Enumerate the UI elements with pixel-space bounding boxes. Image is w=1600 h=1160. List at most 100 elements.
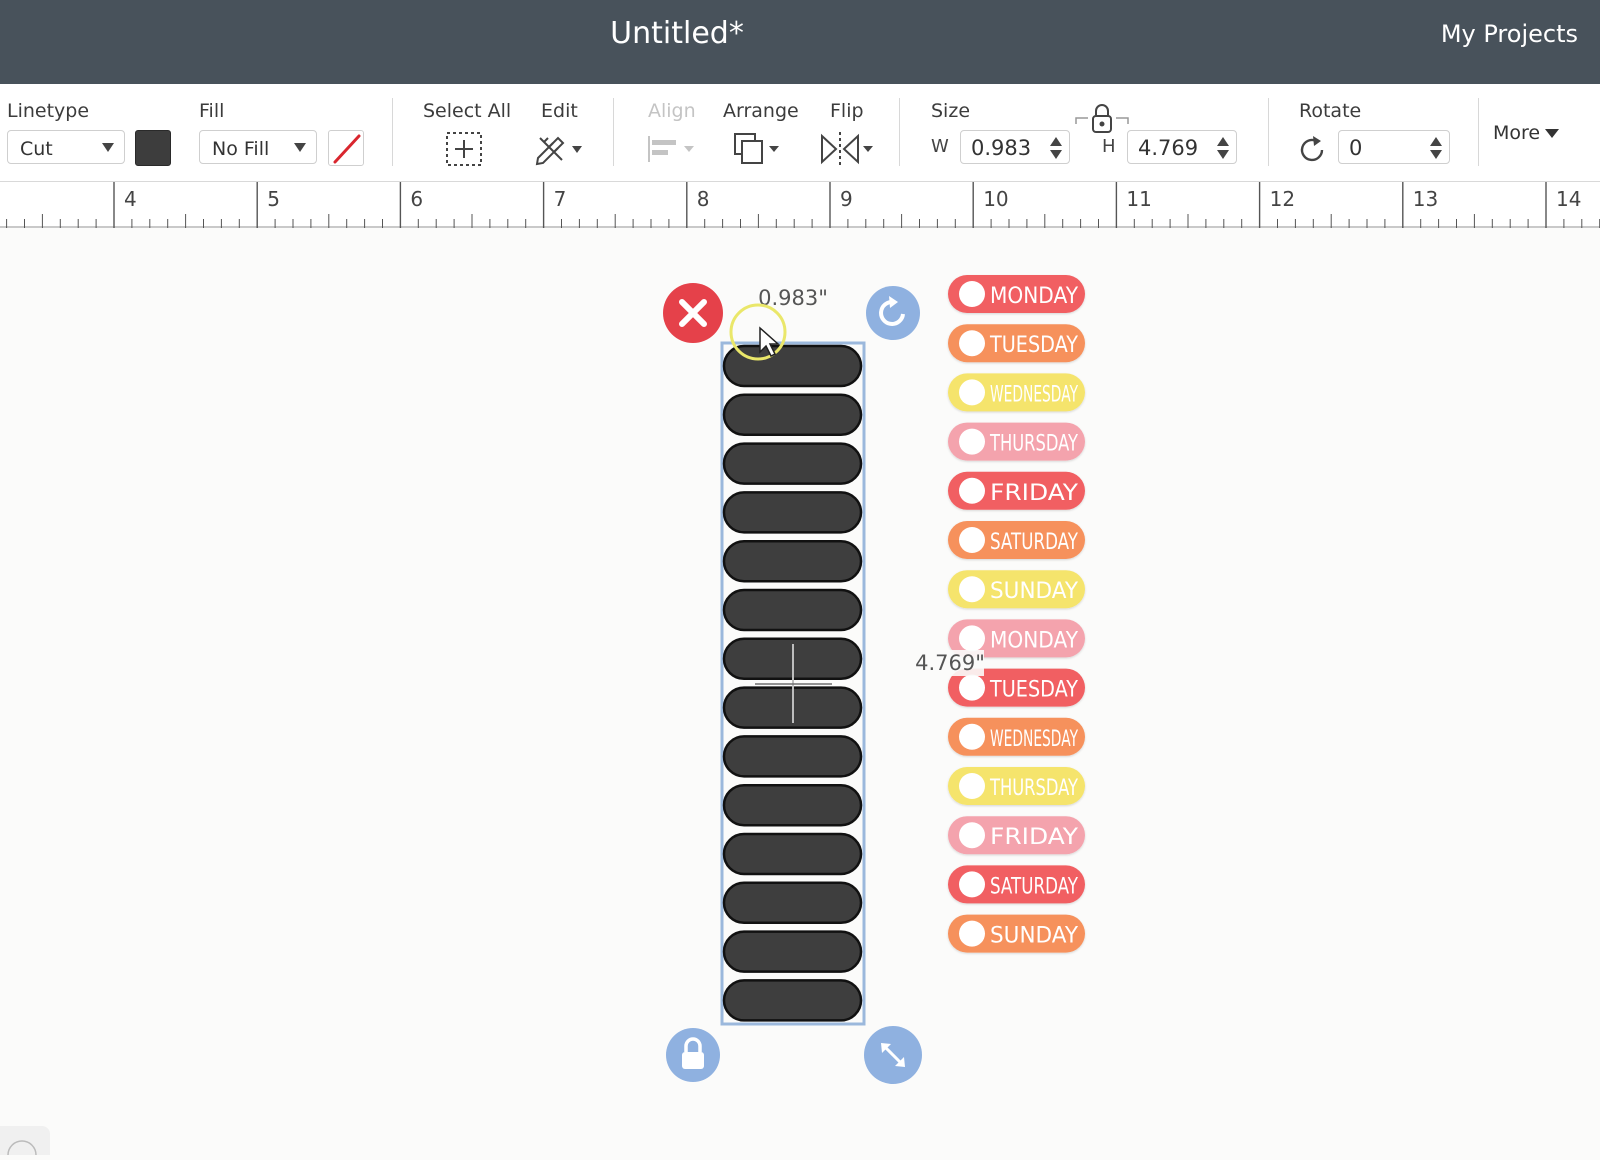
- ruler-mark-label: 4: [124, 187, 137, 211]
- day-label-text: WEDNESDAY: [990, 727, 1078, 752]
- rotate-label: Rotate: [1299, 100, 1362, 122]
- lock-icon: [682, 1052, 704, 1069]
- dark-tab-shape[interactable]: [722, 735, 863, 778]
- circle-dot-icon: [959, 527, 985, 553]
- document-title: Untitled*: [610, 16, 744, 51]
- align-button[interactable]: [646, 126, 698, 170]
- align-label: Align: [648, 100, 696, 122]
- dark-tab-shape[interactable]: [722, 881, 863, 925]
- more-menu-button[interactable]: More: [1493, 122, 1560, 144]
- day-label-sticker[interactable]: TUESDAY: [948, 324, 1085, 363]
- edit-toolbar: Linetype Cut Fill No Fill Select All Edi…: [0, 84, 1600, 182]
- dark-tab-shape[interactable]: [722, 588, 863, 632]
- arrange-label: Arrange: [723, 100, 799, 122]
- height-input[interactable]: 4.769: [1127, 130, 1237, 164]
- dark-tab-shape[interactable]: [722, 491, 863, 534]
- dark-tab-shape[interactable]: [722, 979, 863, 1022]
- toolbar-divider: [613, 98, 614, 166]
- day-label-sticker[interactable]: SUNDAY: [948, 570, 1085, 609]
- circle-dot-icon: [959, 428, 985, 455]
- toolbar-divider: [1268, 98, 1269, 166]
- fill-select[interactable]: No Fill: [199, 130, 317, 164]
- lock-handle[interactable]: [666, 1028, 720, 1082]
- day-label-sticker[interactable]: THURSDAY: [948, 767, 1085, 805]
- select-all-label: Select All: [423, 100, 512, 122]
- zoom-icon: [7, 1140, 37, 1156]
- dark-tab-shape[interactable]: [722, 393, 863, 437]
- day-label-text: MONDAY: [990, 284, 1079, 309]
- select-all-icon: [446, 132, 482, 166]
- day-label-text: SATURDAY: [990, 874, 1078, 899]
- ruler-mark-label: 10: [983, 187, 1008, 211]
- day-label-text: THURSDAY: [989, 776, 1078, 801]
- arrange-icon: [734, 133, 779, 164]
- day-label-sticker[interactable]: SUNDAY: [948, 914, 1085, 953]
- chevron-down-icon: [294, 143, 306, 152]
- rotate-handle[interactable]: [866, 286, 920, 340]
- day-label-sticker[interactable]: SATURDAY: [948, 521, 1085, 559]
- align-icon: [648, 136, 694, 162]
- width-value: 0.983: [971, 136, 1032, 160]
- flip-button[interactable]: [819, 126, 875, 170]
- linetype-value: Cut: [20, 138, 53, 160]
- delete-handle[interactable]: [663, 283, 723, 343]
- ruler-mark-label: 12: [1270, 187, 1295, 211]
- day-label-sticker[interactable]: THURSDAY: [948, 422, 1085, 461]
- scale-handle[interactable]: [864, 1026, 922, 1084]
- ruler-mark-label: 11: [1126, 187, 1151, 211]
- zoom-widget[interactable]: [0, 1126, 50, 1156]
- rotate-icon: [1300, 136, 1324, 162]
- no-fill-icon: [333, 134, 361, 164]
- linetype-label: Linetype: [7, 100, 90, 122]
- rotate-input[interactable]: 0: [1338, 130, 1450, 164]
- my-projects-link[interactable]: My Projects: [1441, 20, 1578, 48]
- dark-tab-shape[interactable]: [722, 442, 863, 485]
- height-readout: 4.769": [915, 651, 985, 675]
- dark-tab-shape[interactable]: [722, 930, 863, 973]
- linetype-select[interactable]: Cut: [7, 130, 125, 164]
- stepper-icon[interactable]: [1216, 135, 1230, 161]
- stepper-icon[interactable]: [1429, 135, 1443, 161]
- lock-aspect-icon[interactable]: [1074, 102, 1130, 138]
- dark-tab-shape[interactable]: [722, 832, 863, 876]
- title-bar: Untitled* My Projects: [0, 0, 1600, 84]
- more-label: More: [1493, 122, 1541, 144]
- day-labels-group[interactable]: MONDAY TUESDAY WEDNESDAY THURSDAY FRIDAY SATU…: [948, 275, 1085, 953]
- day-label-sticker[interactable]: WEDNESDAY: [948, 717, 1085, 756]
- day-label-text: SUNDAY: [990, 579, 1079, 604]
- circle-dot-icon: [959, 330, 985, 357]
- day-label-sticker[interactable]: FRIDAY: [948, 816, 1085, 855]
- ruler-ticks: 4 5 6 7 8 9 10 11 12 13 14: [6, 182, 1600, 228]
- dark-tab-shape[interactable]: [722, 539, 863, 583]
- dark-tab-shape[interactable]: [722, 783, 863, 827]
- day-label-text: FRIDAY: [990, 481, 1079, 506]
- edit-label: Edit: [541, 100, 578, 122]
- circle-dot-icon: [959, 674, 985, 701]
- dark-tab-shape[interactable]: [722, 344, 863, 388]
- stepper-icon[interactable]: [1049, 135, 1063, 161]
- day-label-sticker[interactable]: FRIDAY: [948, 471, 1085, 510]
- day-label-sticker[interactable]: MONDAY: [948, 275, 1085, 313]
- width-input[interactable]: 0.983: [960, 130, 1070, 164]
- select-all-button[interactable]: [444, 126, 484, 170]
- design-canvas[interactable]: MONDAY TUESDAY WEDNESDAY THURSDAY FRIDAY SATU…: [0, 230, 1600, 1155]
- arrange-button[interactable]: [732, 126, 784, 170]
- height-label: H: [1102, 136, 1116, 157]
- day-label-text: THURSDAY: [989, 432, 1078, 457]
- chevron-down-icon: [102, 143, 114, 152]
- ruler-mark-label: 14: [1556, 187, 1581, 211]
- width-label: W: [931, 136, 949, 157]
- day-label-text: SUNDAY: [990, 924, 1079, 949]
- edit-button[interactable]: [532, 126, 588, 170]
- linetype-color-swatch[interactable]: [135, 130, 171, 166]
- no-fill-swatch[interactable]: [328, 130, 364, 166]
- day-label-sticker[interactable]: WEDNESDAY: [948, 373, 1085, 412]
- rotate-value: 0: [1349, 136, 1363, 160]
- fill-value: No Fill: [212, 138, 270, 160]
- ruler-mark-label: 9: [840, 187, 853, 211]
- day-label-text: FRIDAY: [990, 825, 1079, 850]
- day-label-sticker[interactable]: SATURDAY: [948, 865, 1085, 904]
- ruler-mark-label: 13: [1413, 187, 1438, 211]
- ruler-mark-label: 6: [410, 187, 423, 211]
- ruler-mark-label: 8: [697, 187, 710, 211]
